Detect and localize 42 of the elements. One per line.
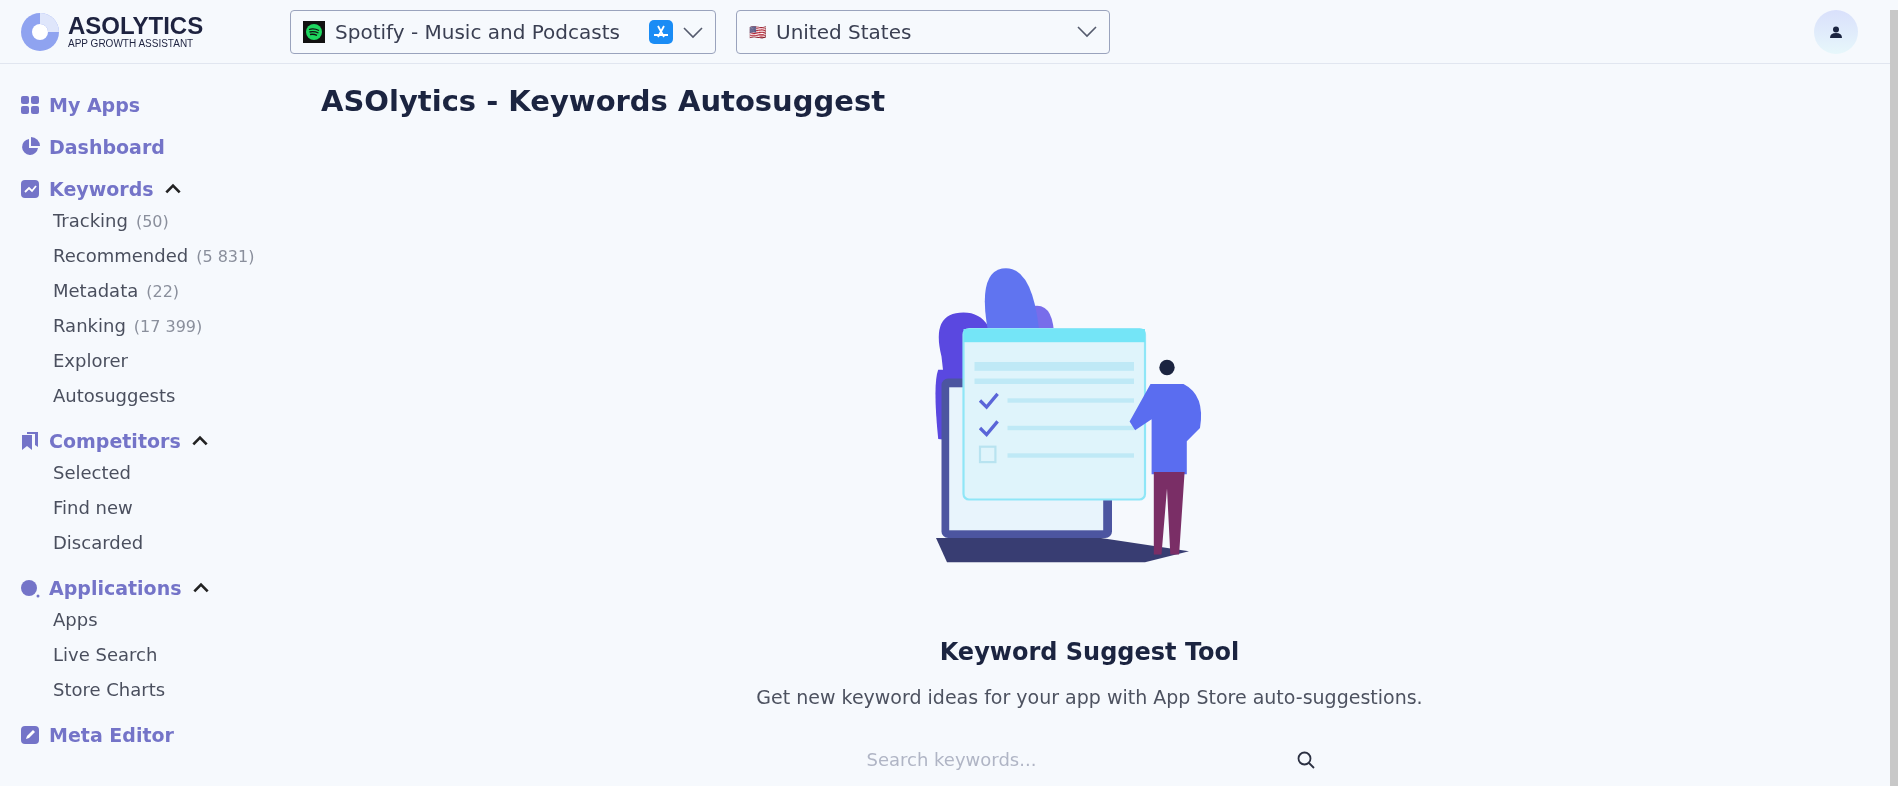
sidebar-subitem[interactable]: Ranking (17 399) [20,315,300,350]
search-field[interactable]: Search keywords... [864,748,1297,771]
chevron-down-icon [683,26,703,39]
grid-icon [20,95,40,115]
pencil-icon [20,725,40,745]
circle-icon [20,578,40,598]
sidebar-subitem[interactable]: Metadata (22) [20,280,300,315]
sidebar-subitem[interactable]: Find new [20,497,300,532]
pie-chart-icon [20,137,40,157]
chevron-down-icon [1077,25,1097,38]
user-icon [1830,25,1842,38]
scrollbar[interactable] [1890,10,1898,786]
sidebar-item[interactable]: Meta Editor [20,714,300,756]
sidebar-item[interactable]: Applications [20,567,300,609]
sidebar-item[interactable]: Competitors [20,420,300,462]
logo-tagline: APP GROWTH ASSISTANT [68,38,195,49]
sidebar-item[interactable]: My Apps [20,84,300,126]
app-select[interactable]: Spotify - Music and Podcasts [290,9,716,54]
sidebar-subitem[interactable]: Autosuggests [20,385,300,420]
app-store-icon [649,19,673,44]
sidebar-item[interactable]: Dashboard [20,126,300,168]
empty-state-title: Keyword Suggest Tool [939,638,1240,666]
search-icon[interactable] [1296,750,1315,769]
logo-name: ASOLYTICS [68,14,204,38]
sidebar-subitem[interactable]: Recommended (5 831) [20,245,300,280]
sidebar-subitem[interactable]: Explorer [20,350,300,385]
page-title: ASOlytics - Keywords Autosuggest [321,84,887,118]
bookmarks-icon [20,431,40,451]
user-avatar[interactable] [1814,9,1858,54]
flag-icon: 🇺🇸 [749,23,766,40]
sidebar-subitem[interactable]: Tracking (50) [20,210,300,245]
logo-icon [20,11,60,52]
app-logo-icon [303,20,325,43]
sidebar-item[interactable]: Keywords [20,168,300,210]
sidebar-subitem[interactable]: Store Charts [20,679,300,714]
chart-icon [20,179,40,199]
empty-state-text: Get new keyword ideas for your app with App Store auto-suggestions. [756,686,1423,708]
country-select[interactable]: 🇺🇸 United States [736,9,1110,54]
sidebar-subitem[interactable]: Selected [20,462,300,497]
sidebar-subitem[interactable]: Discarded [20,532,300,567]
sidebar-subitem[interactable]: Apps [20,609,300,644]
sidebar-subitem[interactable]: Live Search [20,644,300,679]
